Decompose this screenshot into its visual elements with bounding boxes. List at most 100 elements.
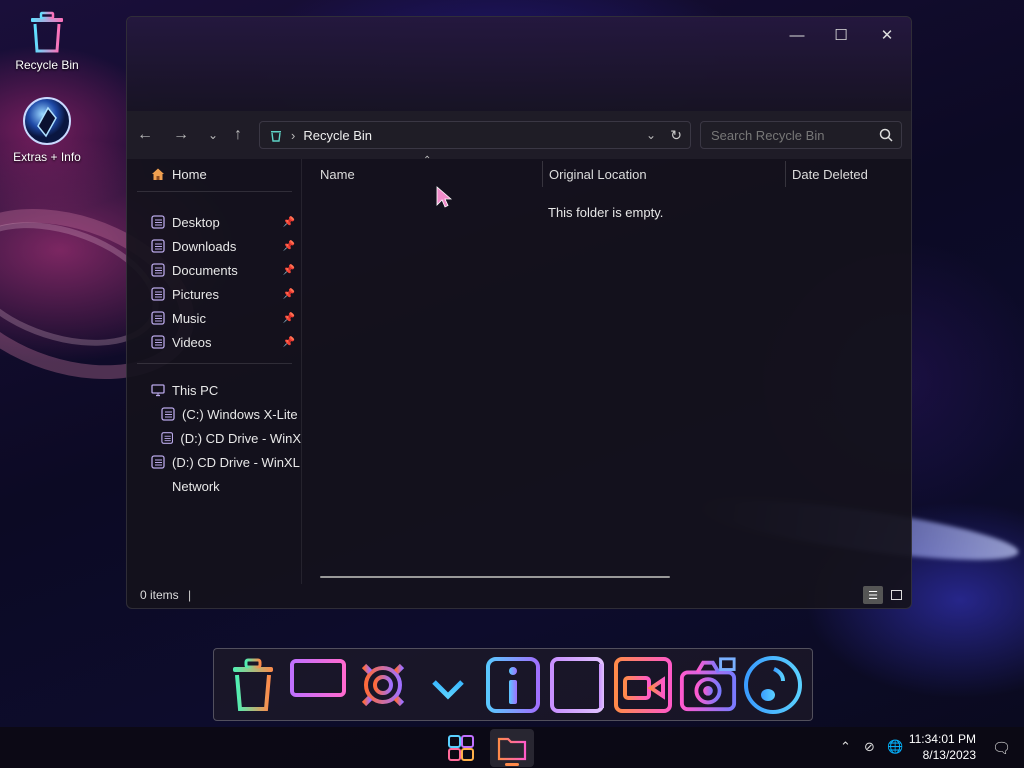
search-icon[interactable] — [879, 128, 893, 142]
dock-settings[interactable] — [353, 654, 413, 716]
pin-icon[interactable]: 📌 — [283, 337, 295, 348]
dock-music[interactable] — [743, 654, 803, 716]
back-button[interactable]: ← — [131, 121, 159, 149]
pin-icon[interactable]: 📌 — [283, 265, 295, 276]
recent-locations-button[interactable]: ⌄ — [199, 121, 227, 149]
folder-list-icon — [151, 215, 165, 229]
folder-list-icon — [151, 263, 165, 277]
pane-divider[interactable] — [301, 159, 302, 584]
horizontal-scrollbar[interactable] — [320, 576, 670, 578]
sidebar-item-label: (C:) Windows X-Lite — [182, 406, 298, 422]
dock-info[interactable] — [483, 654, 543, 716]
dock-recycle-bin[interactable] — [223, 654, 283, 716]
start-icon — [448, 735, 474, 761]
sidebar-item-music[interactable]: Music 📌 — [151, 307, 301, 329]
item-count: 0 items — [140, 588, 179, 602]
folder-list-icon — [151, 287, 165, 301]
computer-icon — [151, 384, 165, 397]
sidebar-item-label: This PC — [172, 382, 219, 398]
recycle-bin-icon — [31, 11, 63, 53]
column-header-date-deleted[interactable]: Date Deleted — [792, 167, 868, 182]
sidebar-item-label: Downloads — [172, 238, 237, 254]
search-box[interactable] — [700, 121, 902, 149]
sidebar-item-label: Videos — [172, 334, 212, 350]
desktop-icon-extras-info[interactable]: Extras + Info — [2, 96, 92, 164]
sidebar-item-desktop[interactable]: Desktop 📌 — [151, 211, 301, 233]
column-header-name[interactable]: Name — [320, 167, 355, 182]
details-view-button[interactable]: ☰ — [863, 586, 883, 604]
sidebar-item-pictures[interactable]: Pictures 📌 — [151, 283, 301, 305]
pin-icon[interactable]: 📌 — [283, 241, 295, 252]
sidebar-item-label: Network — [172, 478, 220, 494]
refresh-icon[interactable]: ↻ — [670, 127, 682, 144]
file-explorer-window: — ☐ ✕ ← → ⌄ ↑ › Recycle Bin ⌄ ↻ Search R… — [126, 16, 912, 609]
address-dropdown-icon[interactable]: ⌄ — [646, 128, 656, 142]
recycle-bin-icon — [271, 131, 281, 142]
status-bar: 0 items | ☰ — [127, 584, 911, 608]
gear-icon — [356, 658, 409, 711]
notification-icon[interactable]: 🗨 — [992, 739, 1011, 757]
start-button[interactable] — [439, 729, 483, 767]
sidebar-item-this-pc[interactable]: This PC — [151, 379, 301, 401]
sidebar-item-videos[interactable]: Videos 📌 — [151, 331, 301, 353]
arrow-right-icon: → — [173, 126, 189, 143]
network-status-icon[interactable]: ⊘ — [864, 739, 875, 755]
sidebar-item-label: Music — [172, 310, 206, 326]
title-bar: — ☐ ✕ — [127, 17, 911, 111]
column-separator[interactable] — [542, 161, 543, 187]
sidebar-item-cd-drive[interactable]: (D:) CD Drive - WinXL — [151, 451, 301, 473]
app-dock — [213, 648, 813, 721]
sidebar-item-network[interactable]: Network — [151, 475, 301, 497]
sidebar-item-drive-d[interactable]: (D:) CD Drive - WinX — [161, 427, 301, 449]
minimize-button[interactable]: — — [775, 21, 819, 49]
info-icon — [485, 656, 540, 713]
search-input[interactable] — [709, 126, 873, 144]
dock-pictures[interactable] — [678, 654, 738, 716]
close-button[interactable]: ✕ — [865, 21, 909, 49]
sidebar-item-home[interactable]: Home — [151, 163, 301, 185]
show-hidden-icons-chevron-icon[interactable]: ⌃ — [840, 739, 851, 755]
folder-list-icon — [151, 311, 165, 325]
clock-time: 11:34:01 PM — [908, 732, 976, 746]
forward-button[interactable]: → — [167, 121, 195, 149]
breadcrumb-separator: › — [291, 127, 296, 143]
video-camera-icon — [614, 656, 673, 713]
column-header-original-location[interactable]: Original Location — [549, 167, 647, 182]
dock-downloads[interactable] — [418, 654, 478, 716]
up-button[interactable]: ↑ — [224, 121, 252, 149]
address-bar[interactable]: › Recycle Bin ⌄ ↻ — [259, 121, 691, 149]
navigation-toolbar: ← → ⌄ ↑ › Recycle Bin ⌄ ↻ — [127, 111, 911, 159]
active-app-indicator — [505, 763, 519, 766]
dock-documents[interactable] — [548, 654, 608, 716]
sort-ascending-icon: ⌃ — [423, 155, 432, 166]
desktop-icon-recycle-bin[interactable]: Recycle Bin — [2, 10, 92, 72]
sidebar-divider — [137, 191, 292, 192]
monitor-icon — [289, 658, 346, 710]
sidebar-item-documents[interactable]: Documents 📌 — [151, 259, 301, 281]
folder-list-icon — [151, 239, 165, 253]
globe-icon[interactable]: 🌐 — [887, 739, 903, 755]
sidebar-item-label: Home — [172, 166, 207, 182]
file-explorer-icon — [497, 737, 527, 761]
clock-date: 8/13/2023 — [922, 748, 976, 762]
music-icon — [744, 655, 803, 714]
taskbar: ⌃ ⊘ 🌐 11:34:01 PM 8/13/2023 🗨 — [0, 727, 1024, 768]
empty-folder-message: This folder is empty. — [548, 205, 664, 220]
dock-this-pc[interactable] — [288, 654, 348, 716]
system-clock[interactable]: 11:34:01 PM 8/13/2023 — [909, 731, 976, 763]
sidebar-item-downloads[interactable]: Downloads 📌 — [151, 235, 301, 257]
sidebar-item-drive-c[interactable]: (C:) Windows X-Lite — [161, 403, 301, 425]
pin-icon[interactable]: 📌 — [283, 289, 295, 300]
sidebar-item-label: Pictures — [172, 286, 219, 302]
file-explorer-taskbar-button[interactable] — [490, 729, 534, 767]
tiles-view-button[interactable] — [887, 586, 905, 604]
sidebar-divider — [137, 363, 292, 364]
pin-icon[interactable]: 📌 — [283, 217, 295, 228]
maximize-button[interactable]: ☐ — [819, 21, 863, 49]
column-separator[interactable] — [785, 161, 786, 187]
recycle-bin-icon — [232, 658, 273, 711]
pin-icon[interactable]: 📌 — [283, 313, 295, 324]
breadcrumb-current[interactable]: Recycle Bin — [303, 128, 372, 143]
dock-videos[interactable] — [613, 654, 673, 716]
details-view-icon: ☰ — [868, 589, 878, 602]
